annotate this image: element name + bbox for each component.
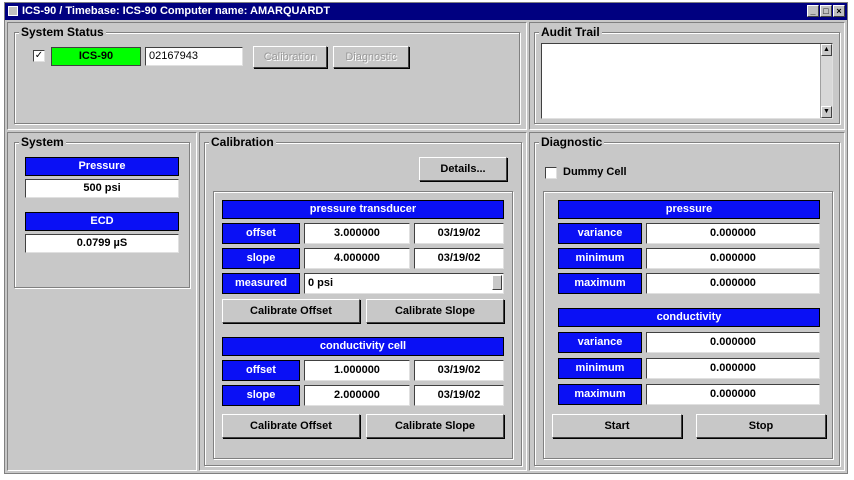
audit-trail-group: Audit Trail ▲ ▼ (534, 25, 840, 124)
audit-trail-panel: Audit Trail ▲ ▼ (529, 22, 845, 130)
calibration-button[interactable]: Calibration (253, 46, 327, 68)
diag-pressure-maximum-label: maximum (558, 273, 642, 294)
stop-button[interactable]: Stop (696, 414, 826, 438)
audit-trail-log[interactable]: ▲ ▼ (541, 43, 833, 119)
diag-pressure-minimum-label: minimum (558, 248, 642, 269)
diag-conductivity-header: conductivity (558, 308, 820, 327)
cc-calibrate-offset-button[interactable]: Calibrate Offset (222, 414, 360, 438)
window-title: ICS-90 / Timebase: ICS-90 Computer name:… (22, 5, 331, 17)
diagnostic-panel: Diagnostic Dummy Cell pressure variance … (529, 132, 845, 471)
ecd-label: ECD (25, 212, 179, 231)
system-status-legend: System Status (19, 25, 106, 39)
diag-pressure-minimum-value: 0.000000 (646, 248, 820, 269)
diag-conductivity-minimum-value: 0.000000 (646, 358, 820, 379)
system-status-group: System Status ✓ ICS-90 02167943 Calibrat… (14, 25, 520, 124)
pt-calibrate-slope-button[interactable]: Calibrate Slope (366, 299, 504, 323)
conductivity-cell-header: conductivity cell (222, 337, 504, 356)
cc-offset-value: 1.000000 (304, 360, 410, 381)
pt-measured-label: measured (222, 273, 300, 294)
diag-pressure-header: pressure (558, 200, 820, 219)
cc-slope-date: 03/19/02 (414, 385, 504, 406)
system-panel: System Pressure 500 psi ECD 0.0799 µS (7, 132, 197, 471)
pressure-transducer-group: pressure transducer offset 3.000000 03/1… (213, 191, 513, 459)
cc-offset-date: 03/19/02 (414, 360, 504, 381)
pt-offset-date: 03/19/02 (414, 223, 504, 244)
pt-offset-value: 3.000000 (304, 223, 410, 244)
diag-pressure-maximum-value: 0.000000 (646, 273, 820, 294)
pressure-transducer-header: pressure transducer (222, 200, 504, 219)
diagnostic-values-group: pressure variance 0.000000 minimum 0.000… (543, 191, 833, 459)
scroll-up-arrow-icon[interactable]: ▲ (821, 44, 832, 56)
app-window: ICS-90 / Timebase: ICS-90 Computer name:… (4, 2, 848, 474)
diag-conductivity-variance-label: variance (558, 332, 642, 353)
calibration-group: Calibration Details... pressure transduc… (204, 135, 522, 466)
diag-conductivity-maximum-value: 0.000000 (646, 384, 820, 405)
dummy-cell-label: Dummy Cell (563, 166, 627, 178)
instrument-checkbox[interactable]: ✓ (33, 50, 45, 62)
app-icon (8, 6, 18, 16)
maximize-button[interactable]: □ (820, 5, 832, 17)
diag-conductivity-variance-value: 0.000000 (646, 332, 820, 353)
serial-number-field: 02167943 (145, 47, 243, 66)
instrument-status-indicator: ICS-90 (51, 47, 141, 66)
system-legend: System (19, 135, 66, 149)
start-button[interactable]: Start (552, 414, 682, 438)
diagnostic-button[interactable]: Diagnostic (333, 46, 409, 68)
pt-slope-label: slope (222, 248, 300, 269)
diagnostic-legend: Diagnostic (539, 135, 605, 149)
cc-offset-label: offset (222, 360, 300, 381)
scroll-down-arrow-icon[interactable]: ▼ (821, 106, 832, 118)
diagnostic-group: Diagnostic Dummy Cell pressure variance … (534, 135, 840, 466)
diag-pressure-variance-value: 0.000000 (646, 223, 820, 244)
cc-slope-label: slope (222, 385, 300, 406)
cc-calibrate-slope-button[interactable]: Calibrate Slope (366, 414, 504, 438)
pressure-value: 500 psi (25, 179, 179, 198)
calibration-legend: Calibration (209, 135, 276, 149)
window-controls: _ □ × (807, 5, 845, 17)
diag-conductivity-maximum-label: maximum (558, 384, 642, 405)
audit-trail-scrollbar[interactable]: ▲ ▼ (820, 44, 832, 118)
pt-slope-value: 4.000000 (304, 248, 410, 269)
close-button[interactable]: × (833, 5, 845, 17)
pt-measured-field[interactable]: 0 psi (304, 273, 504, 294)
minimize-button[interactable]: _ (807, 5, 819, 17)
diag-pressure-variance-label: variance (558, 223, 642, 244)
system-group: System Pressure 500 psi ECD 0.0799 µS (14, 135, 190, 288)
diag-conductivity-minimum-label: minimum (558, 358, 642, 379)
pt-measured-value: 0 psi (308, 277, 334, 289)
pressure-label: Pressure (25, 157, 179, 176)
cc-slope-value: 2.000000 (304, 385, 410, 406)
audit-trail-legend: Audit Trail (539, 25, 602, 39)
pt-offset-label: offset (222, 223, 300, 244)
details-button[interactable]: Details... (419, 157, 507, 181)
pt-calibrate-offset-button[interactable]: Calibrate Offset (222, 299, 360, 323)
calibration-panel: Calibration Details... pressure transduc… (199, 132, 527, 471)
pt-slope-date: 03/19/02 (414, 248, 504, 269)
title-bar[interactable]: ICS-90 / Timebase: ICS-90 Computer name:… (5, 3, 847, 20)
dummy-cell-checkbox[interactable] (545, 167, 557, 179)
system-status-panel: System Status ✓ ICS-90 02167943 Calibrat… (7, 22, 527, 130)
measured-spinner-icon[interactable] (492, 275, 502, 290)
ecd-value: 0.0799 µS (25, 234, 179, 253)
